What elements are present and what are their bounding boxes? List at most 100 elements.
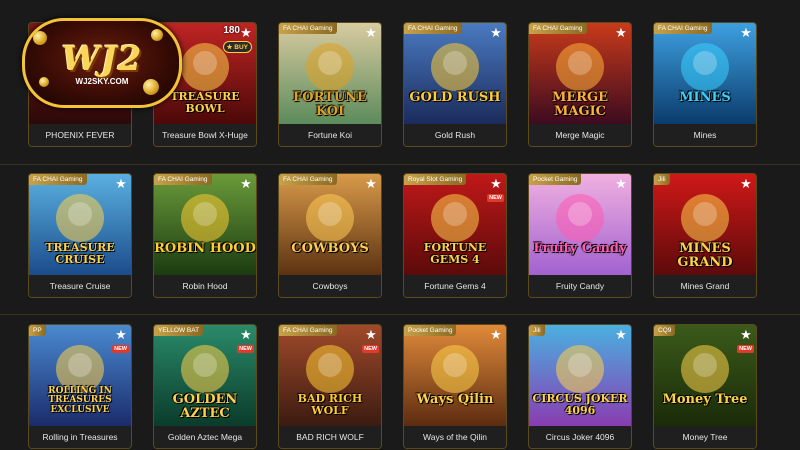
game-card[interactable]: GOLDEN AZTEC YELLOW BAT ★ NEW Golden Aztec M…: [153, 324, 257, 449]
game-art-title: COWBOYS: [291, 241, 369, 256]
game-art-title: GOLDEN AZTEC: [172, 392, 238, 421]
game-title[interactable]: Treasure Cruise: [29, 275, 131, 297]
game-card[interactable]: Fruity Candy Pocket Gaming ★ Fruity Candy: [528, 173, 632, 298]
favorite-star-icon[interactable]: ★: [114, 177, 128, 191]
game-title[interactable]: Treasure Bowl X-Huge: [154, 124, 256, 146]
provider-tag: PP: [29, 325, 46, 336]
favorite-star-icon[interactable]: ★: [239, 328, 253, 342]
game-art-title: ROBIN HOOD: [154, 241, 256, 256]
game-card[interactable]: Ways Qilin Pocket Gaming ★ Ways of the Qili…: [403, 324, 507, 449]
site-logo[interactable]: WJ2 WJ2SKY.COM: [22, 18, 182, 108]
favorite-star-icon[interactable]: ★: [239, 26, 253, 40]
game-thumbnail[interactable]: Ways Qilin Pocket Gaming ★: [404, 325, 506, 428]
game-thumbnail[interactable]: ROBIN HOOD FA CHAI Gaming ★: [154, 174, 256, 277]
game-title[interactable]: Fruity Candy: [529, 275, 631, 297]
favorite-star-icon[interactable]: ★: [489, 328, 503, 342]
multiplier-badge: 180: [223, 25, 240, 36]
game-thumbnail[interactable]: FORTUNE KOI FA CHAI Gaming ★: [279, 23, 381, 126]
game-title[interactable]: BAD RICH WOLF: [279, 426, 381, 448]
new-badge: NEW: [112, 345, 129, 353]
provider-tag: Jili: [529, 325, 545, 336]
game-card[interactable]: MINES GRAND Jili ★ Mines Grand: [653, 173, 757, 298]
favorite-star-icon[interactable]: ★: [614, 177, 628, 191]
game-title[interactable]: Golden Aztec Mega: [154, 426, 256, 448]
game-title[interactable]: Fortune Koi: [279, 124, 381, 146]
game-card[interactable]: ROBIN HOOD FA CHAI Gaming ★ Robin Hood: [153, 173, 257, 298]
game-title[interactable]: Fortune Gems 4: [404, 275, 506, 297]
game-card[interactable]: MERGE MAGIC FA CHAI Gaming ★ Merge Magic: [528, 22, 632, 147]
game-title[interactable]: Ways of the Qilin: [404, 426, 506, 448]
game-title[interactable]: Cowboys: [279, 275, 381, 297]
game-card[interactable]: ROLLING IN TREASURES EXCLUSIVE PP ★ NEW Roll…: [28, 324, 132, 449]
favorite-star-icon[interactable]: ★: [614, 328, 628, 342]
game-card[interactable]: FORTUNE KOI FA CHAI Gaming ★ Fortune Koi: [278, 22, 382, 147]
favorite-star-icon[interactable]: ★: [739, 177, 753, 191]
provider-tag: FA CHAI Gaming: [654, 23, 712, 34]
game-card[interactable]: COWBOYS FA CHAI Gaming ★ Cowboys: [278, 173, 382, 298]
provider-tag: FA CHAI Gaming: [529, 23, 587, 34]
game-title[interactable]: Mines: [654, 124, 756, 146]
provider-tag: CQ9: [654, 325, 676, 336]
provider-tag: FA CHAI Gaming: [279, 23, 337, 34]
provider-tag: FA CHAI Gaming: [279, 174, 337, 185]
new-badge: NEW: [237, 345, 254, 353]
game-thumbnail[interactable]: FORTUNE GEMS 4 Royal Slot Gaming ★ NEW: [404, 174, 506, 277]
game-art-title: CIRCUS JOKER 4096: [532, 392, 628, 417]
provider-tag: FA CHAI Gaming: [279, 325, 337, 336]
game-art-title: GOLD RUSH: [409, 90, 501, 105]
favorite-star-icon[interactable]: ★: [114, 328, 128, 342]
favorite-star-icon[interactable]: ★: [739, 26, 753, 40]
game-art-title: FORTUNE GEMS 4: [423, 241, 487, 266]
game-title[interactable]: Mines Grand: [654, 275, 756, 297]
game-card[interactable]: GOLD RUSH FA CHAI Gaming ★ Gold Rush: [403, 22, 507, 147]
favorite-star-icon[interactable]: ★: [614, 26, 628, 40]
provider-tag: FA CHAI Gaming: [29, 174, 87, 185]
game-title[interactable]: Robin Hood: [154, 275, 256, 297]
game-thumbnail[interactable]: GOLD RUSH FA CHAI Gaming ★: [404, 23, 506, 126]
game-thumbnail[interactable]: Fruity Candy Pocket Gaming ★: [529, 174, 631, 277]
game-thumbnail[interactable]: MINES FA CHAI Gaming ★: [654, 23, 756, 126]
game-title[interactable]: Circus Joker 4096: [529, 426, 631, 448]
favorite-star-icon[interactable]: ★: [489, 177, 503, 191]
game-thumbnail[interactable]: MINES GRAND Jili ★: [654, 174, 756, 277]
game-thumbnail[interactable]: ROLLING IN TREASURES EXCLUSIVE PP ★ NEW: [29, 325, 131, 428]
provider-tag: Pocket Gaming: [404, 325, 457, 336]
game-thumbnail[interactable]: BAD RICH WOLF FA CHAI Gaming ★ NEW: [279, 325, 381, 428]
game-thumbnail[interactable]: CIRCUS JOKER 4096 Jili ★: [529, 325, 631, 428]
game-art-title: MINES: [679, 90, 731, 105]
game-card[interactable]: BAD RICH WOLF FA CHAI Gaming ★ NEW BAD RICH …: [278, 324, 382, 449]
game-card[interactable]: FORTUNE GEMS 4 Royal Slot Gaming ★ NEW Fortu…: [403, 173, 507, 298]
game-art-title: TREASURE CRUISE: [45, 241, 115, 266]
game-art-title: BAD RICH WOLF: [297, 392, 363, 417]
game-art-title: Fruity Candy: [533, 241, 627, 256]
game-thumbnail[interactable]: GOLDEN AZTEC YELLOW BAT ★ NEW: [154, 325, 256, 428]
new-badge: NEW: [487, 194, 504, 202]
new-badge: NEW: [362, 345, 379, 353]
game-title[interactable]: Rolling in Treasures: [29, 426, 131, 448]
game-art-title: Ways Qilin: [416, 392, 494, 407]
game-art-title: FORTUNE KOI: [293, 90, 367, 119]
new-badge: NEW: [737, 345, 754, 353]
favorite-star-icon[interactable]: ★: [489, 26, 503, 40]
game-title[interactable]: PHOENIX FEVER: [29, 124, 131, 146]
provider-tag: YELLOW BAT: [154, 325, 204, 336]
game-thumbnail[interactable]: MERGE MAGIC FA CHAI Gaming ★: [529, 23, 631, 126]
game-title[interactable]: Merge Magic: [529, 124, 631, 146]
game-card[interactable]: MINES FA CHAI Gaming ★ Mines: [653, 22, 757, 147]
favorite-star-icon[interactable]: ★: [364, 328, 378, 342]
game-art-title: ROLLING IN TREASURES EXCLUSIVE: [48, 386, 112, 415]
game-thumbnail[interactable]: Money Tree CQ9 ★ NEW: [654, 325, 756, 428]
game-thumbnail[interactable]: COWBOYS FA CHAI Gaming ★: [279, 174, 381, 277]
game-card[interactable]: CIRCUS JOKER 4096 Jili ★ Circus Joker 4096: [528, 324, 632, 449]
game-title[interactable]: Money Tree: [654, 426, 756, 448]
game-title[interactable]: Gold Rush: [404, 124, 506, 146]
buy-badge: ★ BUY: [222, 41, 252, 53]
game-thumbnail[interactable]: TREASURE CRUISE FA CHAI Gaming ★: [29, 174, 131, 277]
favorite-star-icon[interactable]: ★: [364, 177, 378, 191]
favorite-star-icon[interactable]: ★: [239, 177, 253, 191]
favorite-star-icon[interactable]: ★: [364, 26, 378, 40]
game-art-title: MINES GRAND: [677, 241, 733, 270]
game-card[interactable]: TREASURE CRUISE FA CHAI Gaming ★ Treasure C…: [28, 173, 132, 298]
game-card[interactable]: Money Tree CQ9 ★ NEW Money Tree: [653, 324, 757, 449]
favorite-star-icon[interactable]: ★: [739, 328, 753, 342]
